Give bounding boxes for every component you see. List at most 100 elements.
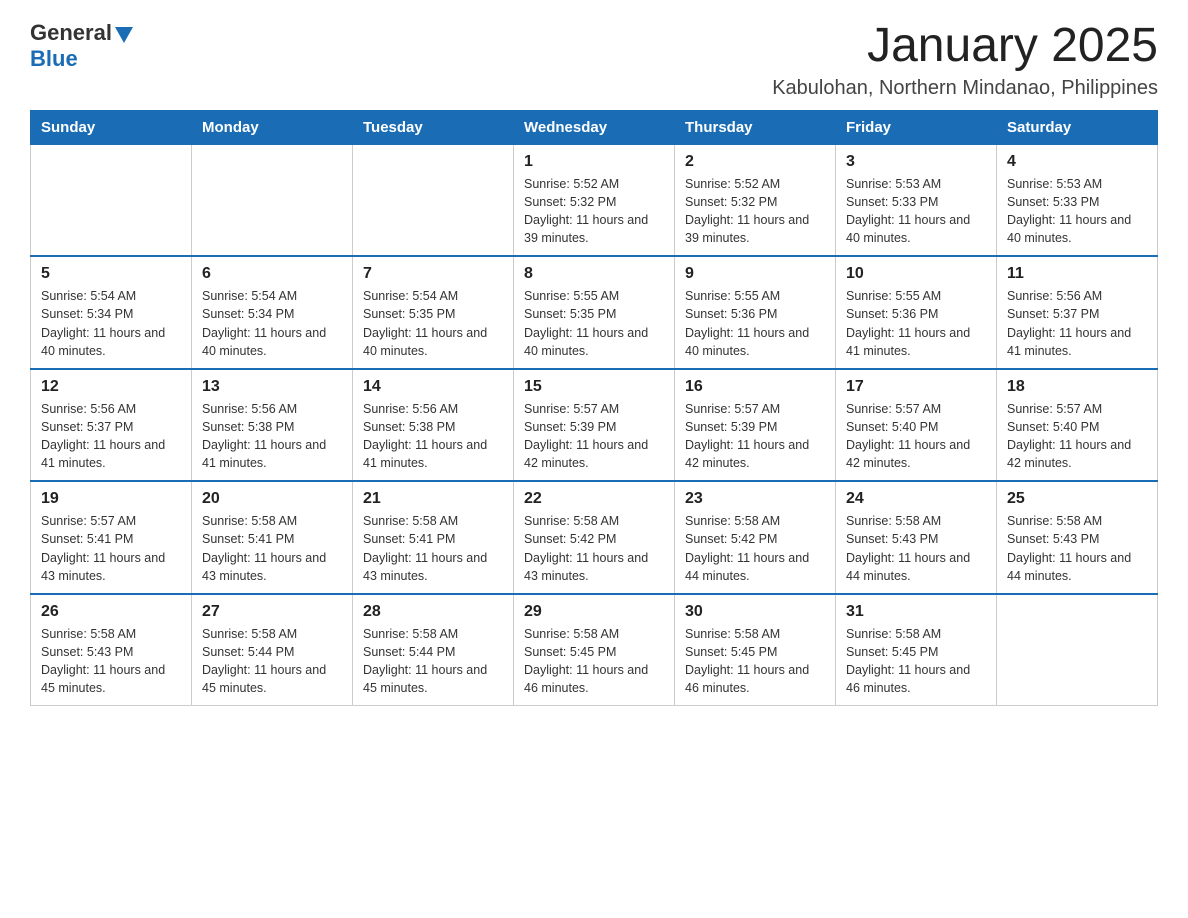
- calendar-cell: 16Sunrise: 5:57 AMSunset: 5:39 PMDayligh…: [675, 369, 836, 482]
- day-number: 19: [41, 490, 181, 508]
- day-number: 1: [524, 153, 664, 171]
- calendar-cell: 18 Sunrise: 5:57 AMSunset: 5:40 PMDayligh…: [997, 369, 1158, 482]
- day-info: Sunrise: 5:56 AMSunset: 5:38 PMDaylight:…: [363, 400, 503, 473]
- calendar-cell: 4Sunrise: 5:53 AMSunset: 5:33 PMDaylight…: [997, 144, 1158, 256]
- calendar-table: SundayMondayTuesdayWednesdayThursdayFrid…: [30, 110, 1158, 707]
- calendar-cell: 8 Sunrise: 5:55 AMSunset: 5:35 PMDaylight…: [514, 256, 675, 369]
- day-info: Sunrise: 5:58 AMSunset: 5:43 PMDaylight:…: [846, 512, 986, 585]
- day-info: Sunrise: 5:57 AMSunset: 5:40 PMDaylight:…: [846, 400, 986, 473]
- calendar-cell: 23 Sunrise: 5:58 AMSunset: 5:42 PMDayligh…: [675, 481, 836, 594]
- day-number: 26: [41, 603, 181, 621]
- day-number: 6: [202, 265, 342, 283]
- day-info: Sunrise: 5:58 AMSunset: 5:41 PMDaylight:…: [363, 512, 503, 585]
- day-info: Sunrise: 5:53 AMSunset: 5:33 PMDaylight:…: [846, 175, 986, 248]
- day-number: 12: [41, 378, 181, 396]
- col-header-friday: Friday: [836, 110, 997, 144]
- calendar-cell: 13Sunrise: 5:56 AMSunset: 5:38 PMDayligh…: [192, 369, 353, 482]
- calendar-cell: 19Sunrise: 5:57 AMSunset: 5:41 PMDayligh…: [31, 481, 192, 594]
- day-number: 20: [202, 490, 342, 508]
- calendar-cell: [997, 594, 1158, 706]
- day-info: Sunrise: 5:56 AMSunset: 5:37 PMDaylight:…: [1007, 287, 1147, 360]
- day-number: 23: [685, 490, 825, 508]
- calendar-cell: 25 Sunrise: 5:58 AMSunset: 5:43 PMDayligh…: [997, 481, 1158, 594]
- calendar-cell: 20 Sunrise: 5:58 AMSunset: 5:41 PMDayligh…: [192, 481, 353, 594]
- day-info: Sunrise: 5:54 AMSunset: 5:34 PMDaylight:…: [202, 287, 342, 360]
- day-info: Sunrise: 5:58 AMSunset: 5:45 PMDaylight:…: [524, 625, 664, 698]
- day-info: Sunrise: 5:52 AMSunset: 5:32 PMDaylight:…: [685, 175, 825, 248]
- day-number: 25: [1007, 490, 1147, 508]
- calendar-cell: [353, 144, 514, 256]
- day-info: Sunrise: 5:58 AMSunset: 5:43 PMDaylight:…: [1007, 512, 1147, 585]
- calendar-cell: 6 Sunrise: 5:54 AMSunset: 5:34 PMDaylight…: [192, 256, 353, 369]
- day-number: 29: [524, 603, 664, 621]
- col-header-tuesday: Tuesday: [353, 110, 514, 144]
- day-info: Sunrise: 5:54 AMSunset: 5:35 PMDaylight:…: [363, 287, 503, 360]
- week-row-4: 19Sunrise: 5:57 AMSunset: 5:41 PMDayligh…: [31, 481, 1158, 594]
- logo: General Blue: [30, 20, 133, 72]
- calendar-cell: 21Sunrise: 5:58 AMSunset: 5:41 PMDayligh…: [353, 481, 514, 594]
- calendar-cell: 22 Sunrise: 5:58 AMSunset: 5:42 PMDayligh…: [514, 481, 675, 594]
- calendar-cell: 17Sunrise: 5:57 AMSunset: 5:40 PMDayligh…: [836, 369, 997, 482]
- calendar-cell: 30 Sunrise: 5:58 AMSunset: 5:45 PMDayligh…: [675, 594, 836, 706]
- column-headers: SundayMondayTuesdayWednesdayThursdayFrid…: [31, 110, 1158, 144]
- day-number: 28: [363, 603, 503, 621]
- day-number: 14: [363, 378, 503, 396]
- day-number: 30: [685, 603, 825, 621]
- calendar-cell: 2 Sunrise: 5:52 AMSunset: 5:32 PMDaylight…: [675, 144, 836, 256]
- day-info: Sunrise: 5:58 AMSunset: 5:42 PMDaylight:…: [685, 512, 825, 585]
- week-row-3: 12Sunrise: 5:56 AMSunset: 5:37 PMDayligh…: [31, 369, 1158, 482]
- logo-blue: Blue: [30, 46, 78, 72]
- calendar-cell: 3 Sunrise: 5:53 AMSunset: 5:33 PMDaylight…: [836, 144, 997, 256]
- day-info: Sunrise: 5:58 AMSunset: 5:44 PMDaylight:…: [363, 625, 503, 698]
- calendar-cell: 12Sunrise: 5:56 AMSunset: 5:37 PMDayligh…: [31, 369, 192, 482]
- calendar-cell: 10Sunrise: 5:55 AMSunset: 5:36 PMDayligh…: [836, 256, 997, 369]
- calendar-cell: 15 Sunrise: 5:57 AMSunset: 5:39 PMDayligh…: [514, 369, 675, 482]
- calendar-cell: 5Sunrise: 5:54 AMSunset: 5:34 PMDaylight…: [31, 256, 192, 369]
- day-number: 5: [41, 265, 181, 283]
- col-header-thursday: Thursday: [675, 110, 836, 144]
- calendar-cell: 11Sunrise: 5:56 AMSunset: 5:37 PMDayligh…: [997, 256, 1158, 369]
- day-number: 13: [202, 378, 342, 396]
- day-info: Sunrise: 5:58 AMSunset: 5:42 PMDaylight:…: [524, 512, 664, 585]
- page-header: General Blue January 2025 Kabulohan, Nor…: [30, 20, 1158, 100]
- day-number: 31: [846, 603, 986, 621]
- day-info: Sunrise: 5:55 AMSunset: 5:36 PMDaylight:…: [685, 287, 825, 360]
- col-header-monday: Monday: [192, 110, 353, 144]
- title-section: January 2025 Kabulohan, Northern Mindana…: [772, 20, 1158, 100]
- day-info: Sunrise: 5:55 AMSunset: 5:36 PMDaylight:…: [846, 287, 986, 360]
- calendar-cell: 7 Sunrise: 5:54 AMSunset: 5:35 PMDaylight…: [353, 256, 514, 369]
- calendar-cell: 24 Sunrise: 5:58 AMSunset: 5:43 PMDayligh…: [836, 481, 997, 594]
- calendar-cell: 29 Sunrise: 5:58 AMSunset: 5:45 PMDayligh…: [514, 594, 675, 706]
- calendar-cell: 26 Sunrise: 5:58 AMSunset: 5:43 PMDayligh…: [31, 594, 192, 706]
- day-number: 16: [685, 378, 825, 396]
- day-number: 3: [846, 153, 986, 171]
- day-info: Sunrise: 5:58 AMSunset: 5:41 PMDaylight:…: [202, 512, 342, 585]
- calendar-title: January 2025: [772, 20, 1158, 73]
- day-info: Sunrise: 5:52 AMSunset: 5:32 PMDaylight:…: [524, 175, 664, 248]
- calendar-subtitle: Kabulohan, Northern Mindanao, Philippine…: [772, 77, 1158, 100]
- week-row-2: 5 Sunrise: 5:54 AMSunset: 5:34 PMDaylight…: [31, 256, 1158, 369]
- day-number: 27: [202, 603, 342, 621]
- day-number: 9: [685, 265, 825, 283]
- day-info: Sunrise: 5:55 AMSunset: 5:35 PMDaylight:…: [524, 287, 664, 360]
- day-info: Sunrise: 5:57 AMSunset: 5:40 PMDaylight:…: [1007, 400, 1147, 473]
- calendar-cell: [31, 144, 192, 256]
- day-number: 2: [685, 153, 825, 171]
- day-number: 24: [846, 490, 986, 508]
- col-header-saturday: Saturday: [997, 110, 1158, 144]
- calendar-cell: [192, 144, 353, 256]
- day-info: Sunrise: 5:58 AMSunset: 5:45 PMDaylight:…: [685, 625, 825, 698]
- day-number: 15: [524, 378, 664, 396]
- day-info: Sunrise: 5:58 AMSunset: 5:43 PMDaylight:…: [41, 625, 181, 698]
- day-info: Sunrise: 5:57 AMSunset: 5:39 PMDaylight:…: [524, 400, 664, 473]
- day-number: 22: [524, 490, 664, 508]
- day-number: 7: [363, 265, 503, 283]
- logo-triangle-icon: [115, 27, 133, 43]
- col-header-sunday: Sunday: [31, 110, 192, 144]
- calendar-cell: 9 Sunrise: 5:55 AMSunset: 5:36 PMDaylight…: [675, 256, 836, 369]
- day-number: 8: [524, 265, 664, 283]
- logo-general: General: [30, 20, 112, 46]
- day-info: Sunrise: 5:53 AMSunset: 5:33 PMDaylight:…: [1007, 175, 1147, 248]
- calendar-cell: 27Sunrise: 5:58 AMSunset: 5:44 PMDayligh…: [192, 594, 353, 706]
- day-number: 18: [1007, 378, 1147, 396]
